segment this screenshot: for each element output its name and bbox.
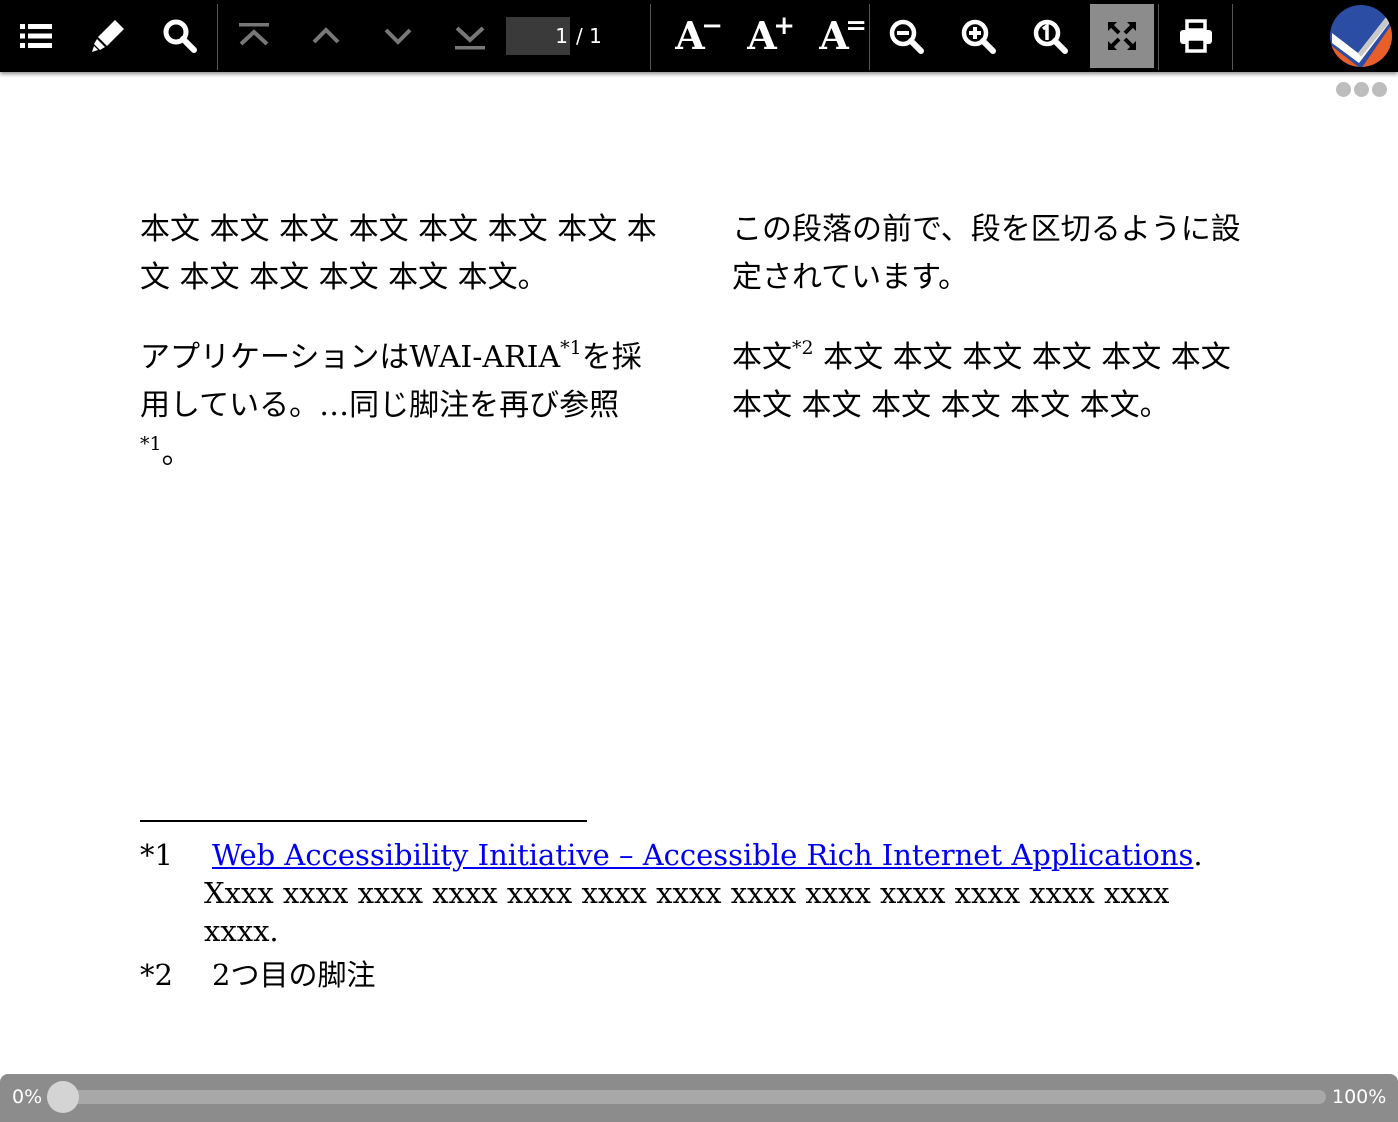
toolbar-separator — [1232, 4, 1233, 70]
more-dots-icon — [1354, 82, 1369, 97]
font-increase-button[interactable]: A + — [730, 4, 796, 68]
footnote-mark: *1 — [140, 838, 173, 872]
zoom-reset-button[interactable] — [1018, 4, 1082, 68]
zoom-in-icon — [961, 19, 996, 54]
paragraph: 本文 本文 本文 本文 本文 本文 本文 本文 本文 本文 本文 本文 本文。 — [140, 212, 657, 295]
toolbar-separator — [1158, 4, 1159, 70]
toolbar-separator — [869, 4, 870, 70]
progress-start-label: 0% — [12, 1086, 43, 1108]
highlighter-icon — [92, 20, 124, 52]
fullscreen-icon — [1108, 22, 1136, 50]
content-column-right: この段落の前で、段を区切るように設定されています。 本文*2 本文 本文 本文 … — [732, 206, 1262, 462]
footnote-reference[interactable]: *2 — [792, 337, 814, 359]
content-column-left: 本文 本文 本文 本文 本文 本文 本文 本文 本文 本文 本文 本文 本文。 … — [140, 206, 660, 510]
progress-bar: 0% 100% — [0, 1074, 1398, 1122]
more-dots-icon — [1336, 82, 1351, 97]
search-button[interactable] — [148, 4, 212, 68]
annotate-button[interactable] — [76, 4, 140, 68]
page-total-label: / 1 — [576, 24, 602, 48]
first-page-button[interactable] — [222, 4, 286, 68]
last-page-button[interactable] — [438, 4, 502, 68]
footnote-area: *1 Web Accessibility Initiative – Access… — [140, 836, 1250, 1000]
toolbar-separator — [650, 4, 651, 70]
font-increase-icon: A + — [747, 11, 796, 58]
progress-track[interactable] — [56, 1090, 1326, 1104]
list-icon — [20, 24, 52, 48]
footnote-reference[interactable]: *1 — [140, 433, 162, 455]
more-options-button[interactable] — [1336, 82, 1387, 97]
last-page-icon — [455, 26, 485, 50]
paragraph: 本文*2 本文 本文 本文 本文 本文 本文 本文 本文 本文 本文 本文 本文… — [732, 337, 1231, 424]
print-icon — [1180, 19, 1212, 53]
toc-button[interactable] — [4, 4, 68, 68]
font-decrease-icon: A − — [675, 11, 724, 58]
fullscreen-button[interactable] — [1090, 4, 1154, 68]
zoom-out-button[interactable] — [874, 4, 938, 68]
paragraph: この段落の前で、段を区切るように設定されています。 — [732, 212, 1241, 295]
progress-slider-thumb[interactable] — [47, 1081, 79, 1113]
chevron-up-icon — [312, 27, 340, 44]
zoom-out-icon — [889, 19, 924, 54]
toolbar: / 1 A− A+ A= — [0, 0, 1398, 72]
font-reset-icon: A = — [819, 11, 868, 58]
first-page-icon — [239, 23, 269, 46]
chevron-down-icon — [384, 28, 412, 45]
footnote-mark: *2 — [140, 958, 173, 992]
next-page-button[interactable] — [366, 4, 430, 68]
prev-page-button[interactable] — [294, 4, 358, 68]
vivliostyle-logo[interactable] — [1328, 3, 1394, 69]
zoom-in-button[interactable] — [946, 4, 1010, 68]
footnote-reference[interactable]: *1 — [560, 337, 582, 359]
zoom-reset-icon — [1033, 19, 1068, 54]
toolbar-separator — [217, 4, 218, 70]
font-decrease-button[interactable]: A − — [658, 4, 724, 68]
print-button[interactable] — [1164, 4, 1228, 68]
progress-end-label: 100% — [1332, 1086, 1387, 1108]
paragraph: アプリケーションはWAI-ARIA*1を採用している。…同じ脚注を再び参照*1。 — [140, 337, 642, 472]
page-number-input[interactable] — [506, 17, 570, 55]
font-reset-button[interactable]: A = — [802, 4, 868, 68]
footnote-item: *1 Web Accessibility Initiative – Access… — [140, 836, 1250, 950]
footnote-link[interactable]: Web Accessibility Initiative – Accessibl… — [212, 838, 1193, 872]
search-icon — [163, 19, 197, 53]
more-dots-icon — [1372, 82, 1387, 97]
footnote-item: *2 2つ目の脚注 — [140, 956, 1250, 994]
footnote-separator — [140, 820, 587, 822]
footnote-text: 2つ目の脚注 — [212, 958, 376, 992]
